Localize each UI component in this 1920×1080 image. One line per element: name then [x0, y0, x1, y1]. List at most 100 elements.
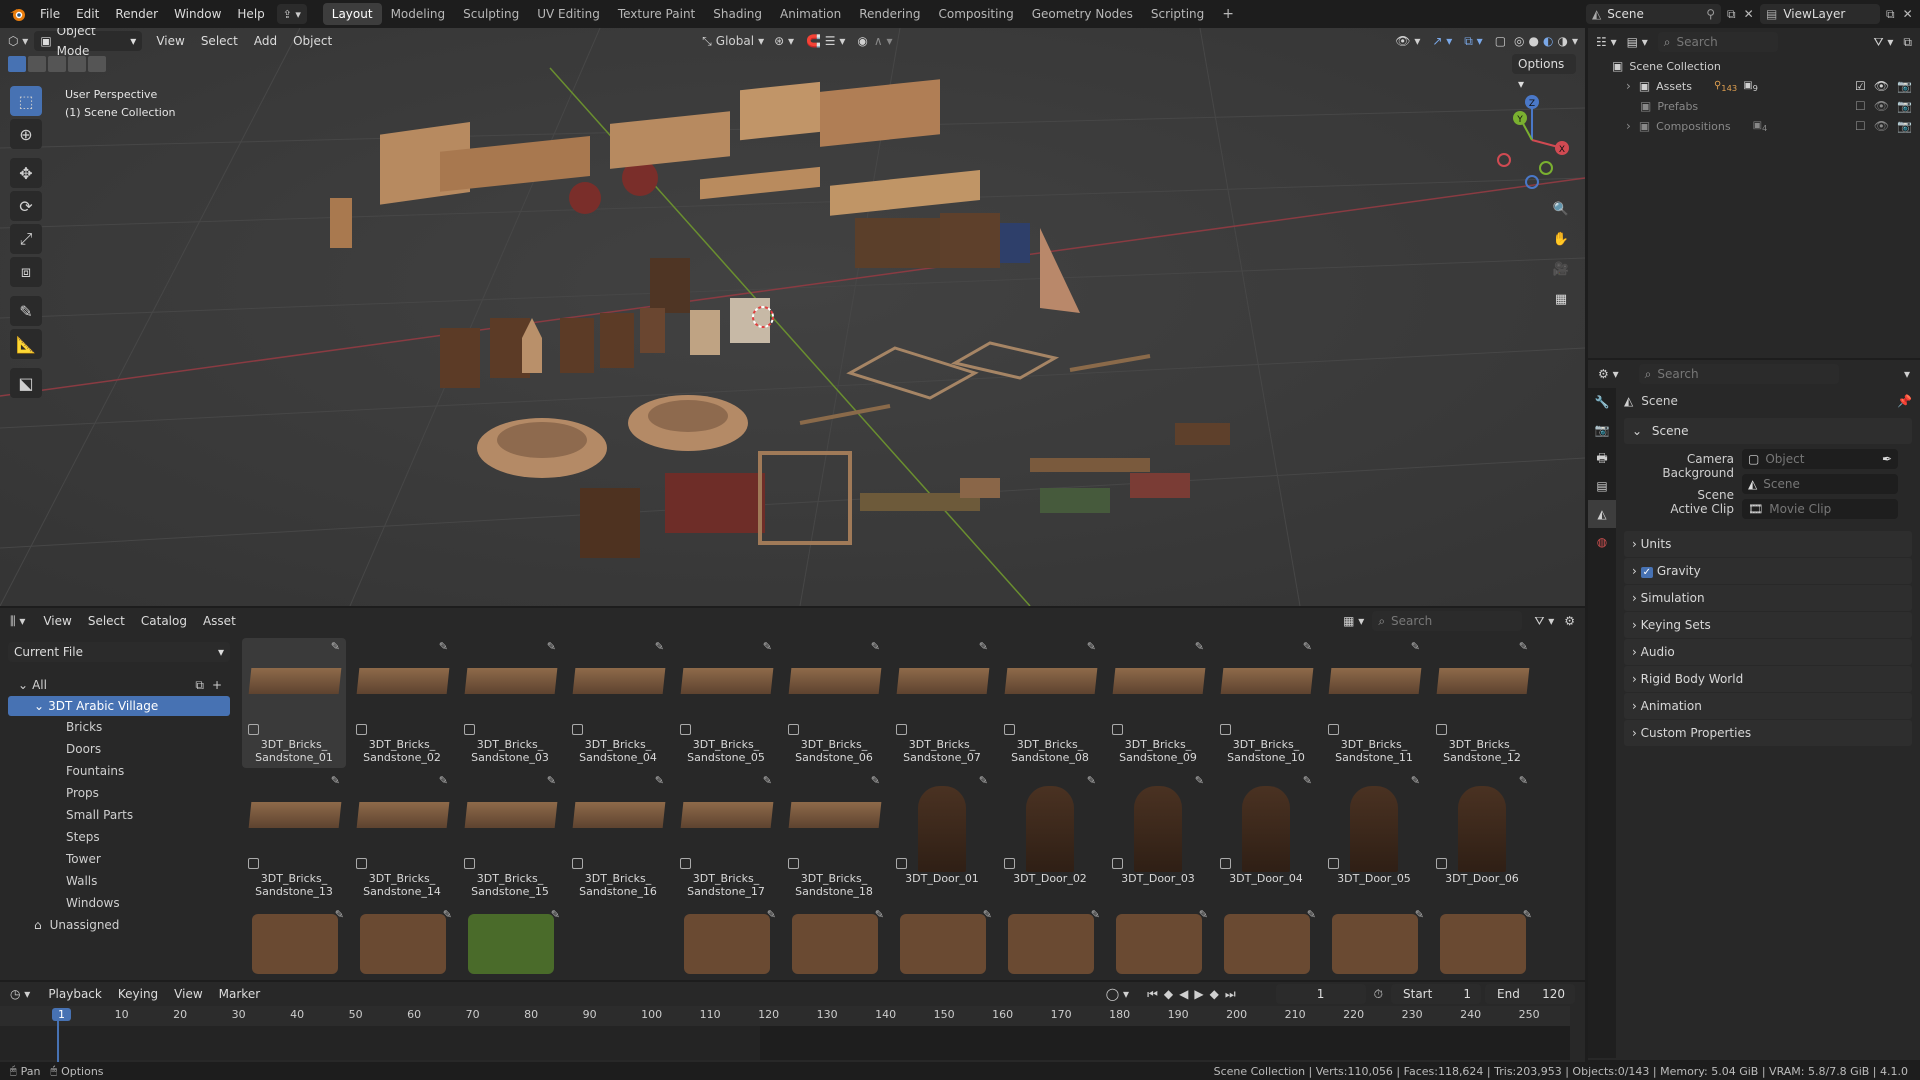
menu-window[interactable]: Window [166, 0, 229, 28]
asset-checkbox-icon[interactable] [248, 724, 259, 735]
expand-icon[interactable]: › [1626, 119, 1631, 133]
outliner-editor-icon[interactable]: ☷ ▾ [1596, 35, 1617, 49]
edit-asset-icon[interactable]: ✎ [1199, 908, 1208, 921]
panel-custom-properties[interactable]: › Custom Properties [1624, 720, 1912, 746]
viewport-menu-select[interactable]: Select [193, 28, 246, 55]
panel-units[interactable]: › Units [1624, 531, 1912, 557]
edit-asset-icon[interactable]: ✎ [547, 774, 556, 787]
library-selector[interactable]: Current File ▾ [8, 642, 230, 662]
asset-checkbox-icon[interactable] [680, 858, 691, 869]
play-reverse-icon[interactable]: ◀ [1179, 987, 1188, 1001]
asset-card[interactable]: ✎ 3DT_Bricks_ Sandstone_06 [782, 638, 886, 768]
tab-scripting[interactable]: Scripting [1142, 3, 1213, 25]
outliner-item-assets[interactable]: › ▣ Assets ⚲143 ▣9 ☑ 👁 📷 [1588, 76, 1920, 96]
material-shading-icon[interactable]: ◐ [1543, 34, 1553, 48]
measure-icon[interactable]: 📐 [10, 329, 42, 359]
asset-checkbox-icon[interactable] [572, 724, 583, 735]
select-box-icon[interactable]: ⬚ [10, 86, 42, 116]
select-subtract-icon[interactable] [48, 56, 66, 72]
asset-checkbox-icon[interactable] [572, 858, 583, 869]
edit-asset-icon[interactable]: ✎ [1303, 774, 1312, 787]
eye-icon[interactable]: 👁 [1874, 99, 1889, 113]
menu-edit[interactable]: Edit [68, 0, 107, 28]
edit-asset-icon[interactable]: ✎ [655, 774, 664, 787]
upload-icon[interactable]: ⇪ ▾ [276, 4, 307, 24]
visibility-icon[interactable]: 👁 ▾ [1395, 34, 1420, 48]
asset-card[interactable]: ✎ 3DT_Door_02 [998, 772, 1102, 902]
view-layer-tab-icon[interactable]: ▤ [1588, 472, 1616, 500]
edit-asset-icon[interactable]: ✎ [1519, 774, 1528, 787]
catalog-windows[interactable]: Windows [8, 892, 230, 914]
viewport-menu-object[interactable]: Object [285, 28, 340, 55]
edit-asset-icon[interactable]: ✎ [1523, 908, 1532, 921]
catalog-small-parts[interactable]: Small Parts [8, 804, 230, 826]
asset-card[interactable]: ✎ [900, 908, 992, 974]
clip-field[interactable]: 🎞 Movie Clip [1742, 499, 1898, 519]
asset-checkbox-icon[interactable] [464, 858, 475, 869]
start-frame-field[interactable]: Start 1 [1391, 984, 1481, 1004]
catalog-steps[interactable]: Steps [8, 826, 230, 848]
asset-checkbox-icon[interactable] [1436, 858, 1447, 869]
asset-menu-asset[interactable]: Asset [195, 607, 244, 635]
menu-help[interactable]: Help [229, 0, 272, 28]
asset-checkbox-icon[interactable] [1004, 858, 1015, 869]
asset-menu-select[interactable]: Select [80, 607, 133, 635]
edit-asset-icon[interactable]: ✎ [1195, 640, 1204, 653]
pan-hand-icon[interactable]: ✋ [1548, 226, 1574, 252]
catalog-doors[interactable]: Doors [8, 738, 230, 760]
filter-icon[interactable]: ⛛ ▾ [1874, 35, 1894, 50]
pivot-icon[interactable]: ⊛ ▾ [774, 34, 794, 48]
panel-rigid-body-world[interactable]: › Rigid Body World [1624, 666, 1912, 692]
new-scene-icon[interactable]: ⧉ [1727, 7, 1736, 22]
asset-menu-view[interactable]: View [35, 607, 79, 635]
panel-gravity[interactable]: › ✓ Gravity [1624, 558, 1912, 584]
timeline-editor-icon[interactable]: ◷ ▾ [10, 987, 30, 1001]
current-frame-field[interactable]: 1 [1275, 984, 1366, 1004]
pin-icon[interactable]: ⚲ [1706, 4, 1715, 24]
panel-keying-sets[interactable]: › Keying Sets [1624, 612, 1912, 638]
catalog-tower[interactable]: Tower [8, 848, 230, 870]
tab-rendering[interactable]: Rendering [850, 3, 929, 25]
asset-card[interactable]: ✎ [792, 908, 884, 974]
asset-card[interactable]: ✎ 3DT_Bricks_ Sandstone_03 [458, 638, 562, 768]
timeline-menu-view[interactable]: View [166, 980, 210, 1008]
chevron-down-icon[interactable]: ▾ [1904, 367, 1910, 381]
asset-card[interactable]: ✎ 3DT_Door_04 [1214, 772, 1318, 902]
tab-compositing[interactable]: Compositing [929, 3, 1022, 25]
edit-asset-icon[interactable]: ✎ [331, 774, 340, 787]
catalog-walls[interactable]: Walls [8, 870, 230, 892]
display-mode-icon[interactable]: ▤ ▾ [1627, 35, 1648, 49]
wireframe-shading-icon[interactable]: ◎ [1514, 34, 1524, 48]
blender-logo-icon[interactable] [4, 0, 32, 28]
new-collection-icon[interactable]: ⧉ [1903, 35, 1912, 50]
asset-editor-icon[interactable]: ⫼ ▾ [10, 614, 25, 629]
edit-asset-icon[interactable]: ✎ [331, 640, 340, 653]
edit-asset-icon[interactable]: ✎ [655, 640, 664, 653]
end-frame-field[interactable]: End 120 [1485, 984, 1575, 1004]
auto-key-icon[interactable]: ◯ ▾ [1106, 987, 1129, 1001]
checkbox-icon[interactable]: ✓ [1640, 567, 1654, 578]
delete-viewlayer-icon[interactable]: ✕ [1903, 7, 1913, 21]
edit-asset-icon[interactable]: ✎ [763, 640, 772, 653]
edit-asset-icon[interactable]: ✎ [443, 908, 452, 921]
panel-simulation[interactable]: › Simulation [1624, 585, 1912, 611]
timeline-menu-keying[interactable]: Keying [110, 980, 166, 1008]
asset-checkbox-icon[interactable] [1328, 858, 1339, 869]
edit-asset-icon[interactable]: ✎ [875, 908, 884, 921]
ortho-grid-icon[interactable]: ▦ [1548, 286, 1574, 312]
edit-asset-icon[interactable]: ✎ [1303, 640, 1312, 653]
catalog-all[interactable]: ⌄ All ⧉ + [8, 674, 230, 696]
playhead[interactable] [57, 1008, 59, 1062]
asset-card[interactable]: ✎ 3DT_Bricks_ Sandstone_11 [1322, 638, 1426, 768]
asset-card[interactable]: ✎ 3DT_Door_05 [1322, 772, 1426, 902]
properties-search[interactable]: ⌕ Search [1638, 364, 1839, 384]
menu-render[interactable]: Render [107, 0, 166, 28]
eyedropper-icon[interactable]: ✒ [1882, 449, 1892, 469]
render-tab-icon[interactable]: 📷 [1588, 416, 1616, 444]
asset-card[interactable]: ✎ 3DT_Bricks_ Sandstone_02 [350, 638, 454, 768]
transform-orientation[interactable]: Global [716, 34, 754, 48]
menu-file[interactable]: File [32, 0, 68, 28]
add-cube-icon[interactable]: ⬕ [10, 368, 42, 398]
scene-tab-icon[interactable]: ◭ [1588, 500, 1616, 528]
edit-asset-icon[interactable]: ✎ [439, 774, 448, 787]
